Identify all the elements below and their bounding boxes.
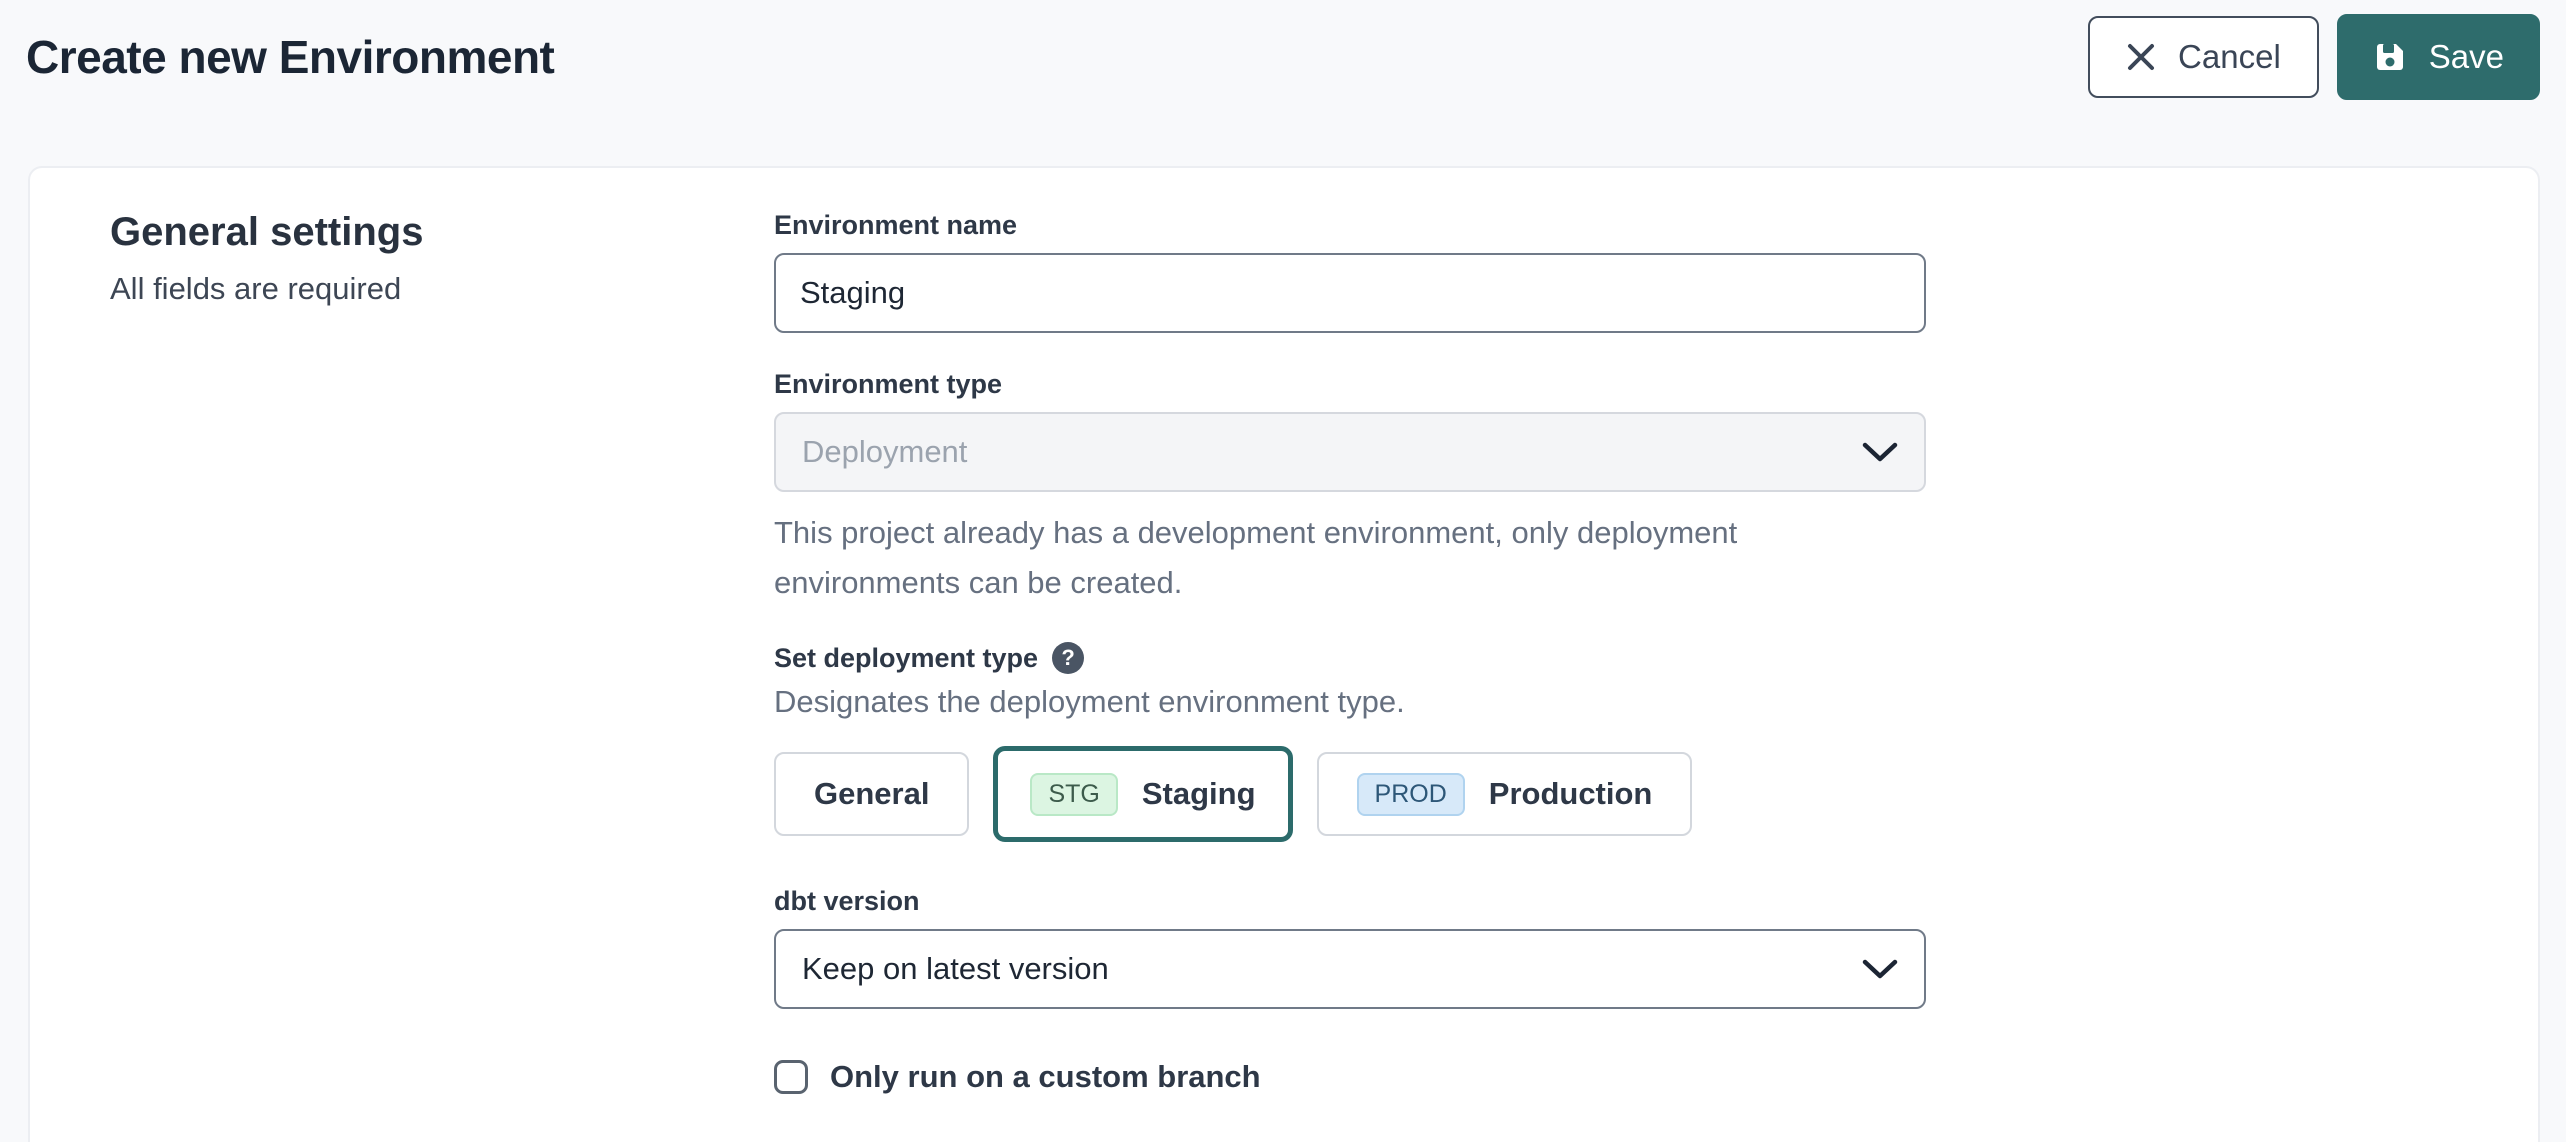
custom-branch-row[interactable]: Only run on a custom branch <box>774 1059 1926 1095</box>
dbt-version-selected-value: Keep on latest version <box>802 951 1109 987</box>
save-button-label: Save <box>2429 38 2504 76</box>
dbt-version-label: dbt version <box>774 886 1926 917</box>
deployment-type-option-staging[interactable]: STG Staging <box>993 746 1292 842</box>
environment-type-label: Environment type <box>774 369 1926 400</box>
prod-badge: PROD <box>1357 773 1465 816</box>
header-actions: Cancel Save <box>2088 14 2540 100</box>
environment-type-helper-text: This project already has a development e… <box>774 508 1926 608</box>
deployment-type-option-label: Staging <box>1142 776 1256 812</box>
environment-name-field: Environment name <box>774 210 1926 333</box>
help-icon[interactable]: ? <box>1052 642 1084 674</box>
deployment-type-option-production[interactable]: PROD Production <box>1317 752 1693 836</box>
deployment-type-description: Designates the deployment environment ty… <box>774 684 1926 720</box>
chevron-down-icon <box>1862 441 1898 463</box>
environment-type-select: Deployment <box>774 412 1926 492</box>
floppy-disk-icon <box>2373 40 2407 74</box>
page-title: Create new Environment <box>26 30 554 84</box>
deployment-type-options: General STG Staging PROD Production <box>774 746 1926 842</box>
close-icon <box>2126 42 2156 72</box>
cancel-button-label: Cancel <box>2178 38 2281 76</box>
custom-branch-label: Only run on a custom branch <box>830 1059 1261 1095</box>
deployment-type-option-general[interactable]: General <box>774 752 969 836</box>
deployment-type-option-label: Production <box>1489 776 1653 812</box>
settings-form: Environment name Environment type Deploy… <box>774 210 1926 1095</box>
save-button[interactable]: Save <box>2337 14 2540 100</box>
deployment-type-label: Set deployment type <box>774 643 1038 674</box>
dbt-version-select[interactable]: Keep on latest version <box>774 929 1926 1009</box>
environment-name-input[interactable] <box>774 253 1926 333</box>
general-settings-card: General settings All fields are required… <box>28 166 2540 1142</box>
environment-type-selected-value: Deployment <box>802 434 967 470</box>
page-header: Create new Environment Cancel Save <box>0 0 2566 106</box>
custom-branch-checkbox[interactable] <box>774 1060 808 1094</box>
deployment-type-field: Set deployment type ? Designates the dep… <box>774 642 1926 842</box>
environment-type-field: Environment type Deployment This project… <box>774 369 1926 608</box>
dbt-version-field: dbt version Keep on latest version <box>774 886 1926 1009</box>
stg-badge: STG <box>1030 773 1117 816</box>
chevron-down-icon <box>1862 958 1898 980</box>
environment-name-label: Environment name <box>774 210 1926 241</box>
cancel-button[interactable]: Cancel <box>2088 16 2319 98</box>
section-intro: General settings All fields are required <box>110 210 774 1095</box>
deployment-type-option-label: General <box>814 776 929 812</box>
section-subheading: All fields are required <box>110 271 774 307</box>
section-heading: General settings <box>110 210 774 255</box>
